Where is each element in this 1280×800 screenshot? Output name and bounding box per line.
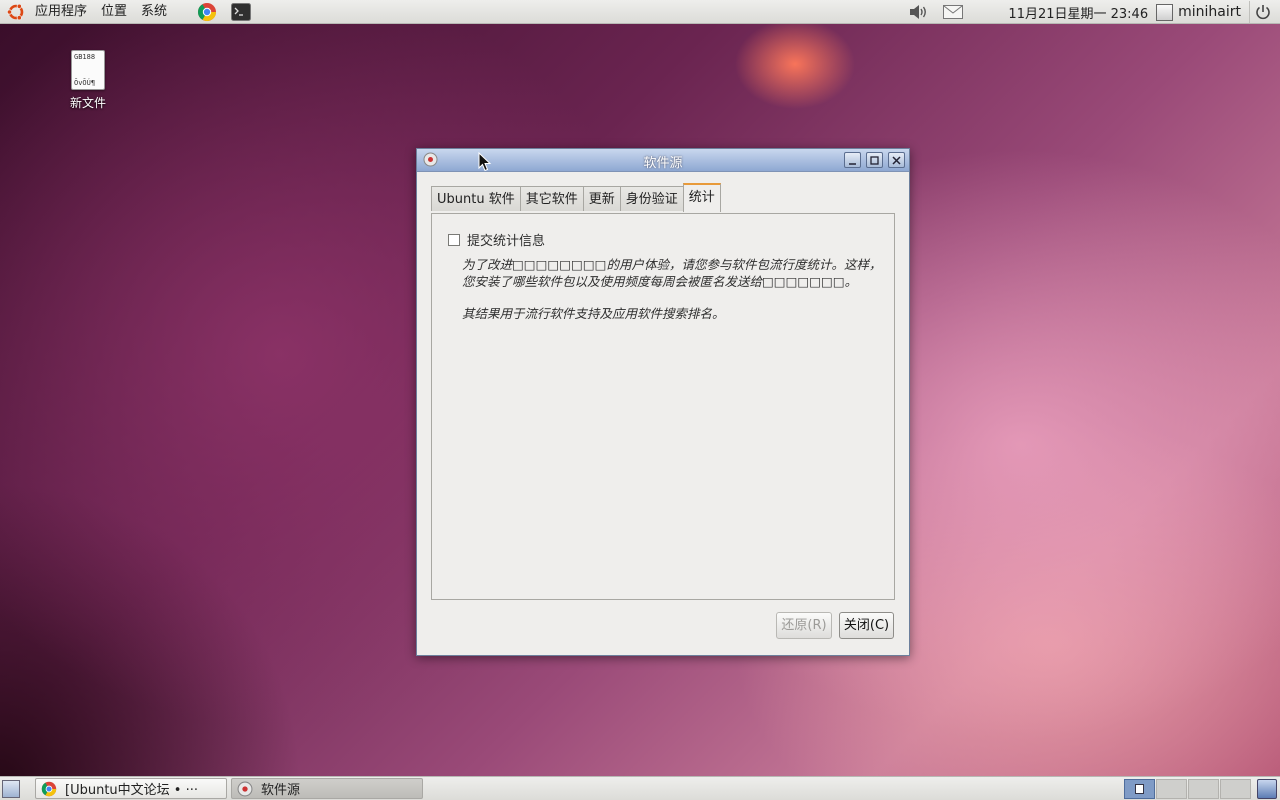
user-menu[interactable]: minihairt	[1156, 3, 1241, 21]
taskbar-item-browser[interactable]: [Ubuntu中文论坛 • ···	[35, 778, 227, 799]
trash-icon[interactable]	[1257, 779, 1277, 799]
software-sources-window: 软件源 Ubuntu 软件 其它软件 更新 身份验证 统计 提交统计信息 为了改…	[416, 148, 910, 656]
tab-strip: Ubuntu 软件 其它软件 更新 身份验证 统计	[431, 183, 721, 212]
workspace-2[interactable]	[1156, 779, 1187, 799]
taskbar-item-software-sources[interactable]: 软件源	[231, 778, 423, 799]
volume-icon[interactable]	[908, 1, 930, 23]
revert-button[interactable]: 还原(R)	[776, 612, 832, 639]
tab-statistics[interactable]: 统计	[682, 183, 721, 212]
submit-statistics-checkbox[interactable]	[448, 233, 460, 246]
tab-updates[interactable]: 更新	[582, 186, 621, 211]
menu-system[interactable]: 系统	[134, 0, 174, 24]
minimize-icon	[849, 162, 856, 165]
chrome-icon[interactable]	[196, 1, 218, 23]
power-icon[interactable]	[1249, 1, 1276, 23]
close-window-button[interactable]	[888, 152, 905, 168]
taskbar-item-label: [Ubuntu中文论坛 • ···	[65, 783, 198, 798]
menu-applications[interactable]: 应用程序	[28, 0, 94, 24]
tab-authentication[interactable]: 身份验证	[619, 186, 684, 211]
terminal-icon[interactable]	[230, 1, 252, 23]
clock[interactable]: 11月21日星期一 23:46	[1008, 3, 1148, 22]
maximize-icon	[870, 155, 879, 165]
maximize-button[interactable]	[866, 152, 883, 168]
mouse-cursor-icon	[478, 152, 492, 172]
statistics-description: 为了改进□□□□□□□□的用户体验，请您参与软件包流行度统计。这样，您安装了哪些…	[462, 256, 882, 337]
bottom-panel: [Ubuntu中文论坛 • ··· 软件源	[0, 776, 1280, 800]
file-preview-bottom: ÕvÕÚ¶	[74, 79, 96, 87]
taskbar-item-label: 软件源	[261, 783, 301, 798]
workspace-1[interactable]	[1124, 779, 1155, 799]
submit-statistics-option[interactable]: 提交统计信息	[448, 230, 545, 249]
user-status-icon	[1156, 3, 1174, 21]
desktop-file-item[interactable]: GB188 ÕvÕÚ¶ 新文件	[62, 50, 114, 111]
top-panel: 应用程序 位置 系统 11月21日星期一 23:46 minihairt	[0, 0, 1280, 24]
minimize-button[interactable]	[844, 152, 861, 168]
file-preview-top: GB188	[74, 53, 96, 61]
close-button[interactable]: 关闭(C)	[839, 612, 894, 639]
user-name: minihairt	[1178, 4, 1241, 20]
menu-places[interactable]: 位置	[94, 0, 134, 24]
tab-ubuntu-software[interactable]: Ubuntu 软件	[431, 186, 521, 211]
statistics-page: 提交统计信息 为了改进□□□□□□□□的用户体验，请您参与软件包流行度统计。这样…	[431, 213, 895, 600]
submit-statistics-label[interactable]: 提交统计信息	[467, 230, 545, 249]
workspace-switcher	[1124, 779, 1252, 799]
workspace-3[interactable]	[1188, 779, 1219, 799]
description-paragraph-2: 其结果用于流行软件支持及应用软件搜索排名。	[462, 306, 725, 321]
close-icon	[892, 155, 901, 165]
mail-icon[interactable]	[942, 1, 964, 23]
desktop-file-label: 新文件	[69, 96, 106, 110]
tab-other-software[interactable]: 其它软件	[519, 186, 584, 211]
workspace-4[interactable]	[1220, 779, 1251, 799]
ubuntu-logo-icon[interactable]	[6, 2, 26, 22]
software-sources-icon	[237, 781, 253, 796]
text-file-icon: GB188 ÕvÕÚ¶	[71, 50, 105, 90]
chrome-icon	[41, 781, 57, 796]
show-desktop-icon[interactable]	[2, 780, 20, 798]
description-paragraph-1: 为了改进□□□□□□□□的用户体验，请您参与软件包流行度统计。这样，您安装了哪些…	[462, 257, 882, 289]
